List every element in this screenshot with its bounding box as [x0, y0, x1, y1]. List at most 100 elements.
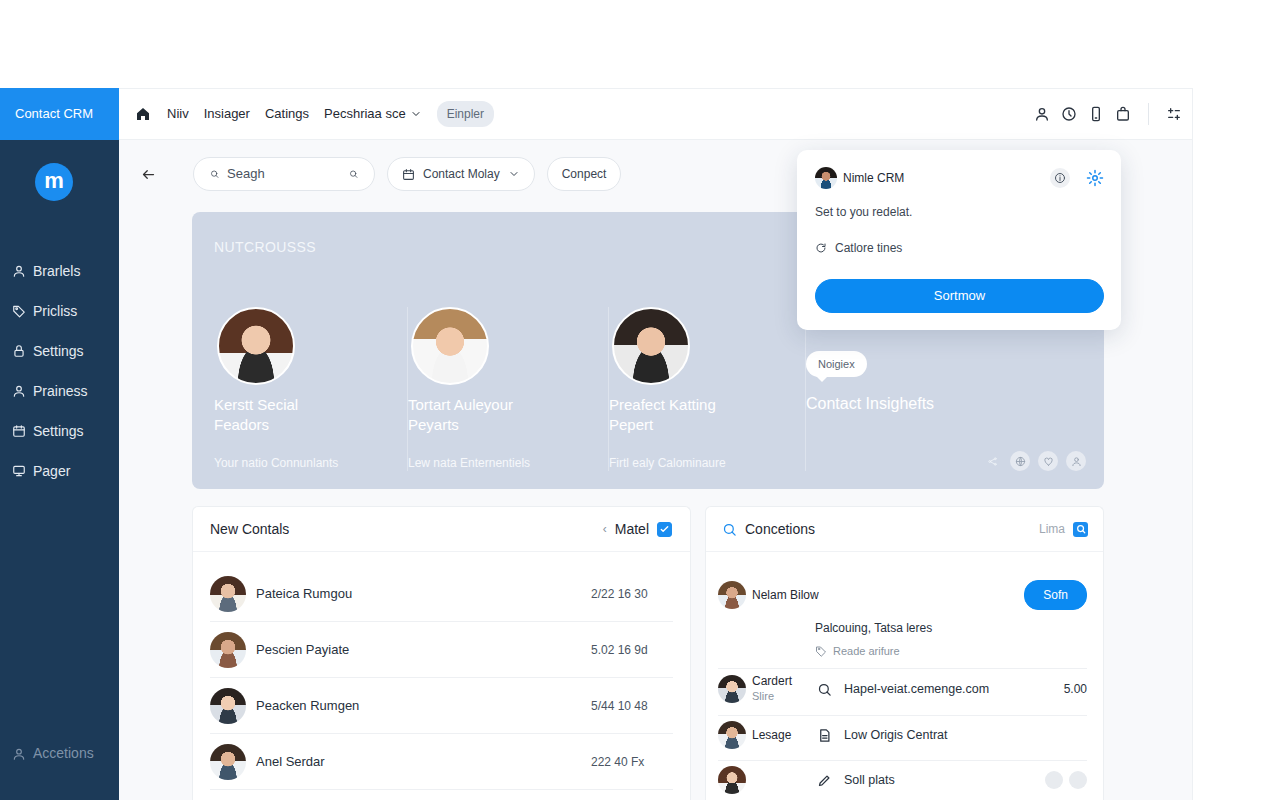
- popup-option[interactable]: Catlore tines: [815, 240, 1104, 256]
- nav-link[interactable]: Insiager: [204, 104, 250, 124]
- connection-detail: Low Origis Centrat: [844, 726, 948, 745]
- connection-action-button[interactable]: Sofn: [1024, 580, 1087, 610]
- hero-card-title: Preafect Katting Pepert: [609, 395, 749, 435]
- phone-button[interactable]: [1088, 106, 1104, 122]
- logo-letter: m: [44, 170, 64, 192]
- insight-bubble: Noigiex: [806, 351, 867, 377]
- document-icon: [817, 728, 832, 743]
- top-tools: [1034, 103, 1182, 125]
- user-icon: [1071, 456, 1082, 467]
- monitor-icon: [12, 464, 26, 478]
- nav-link[interactable]: Catings: [265, 104, 309, 124]
- connection-detail: Hapel-veiat.cemenge.com: [844, 680, 989, 699]
- popup-submit-button[interactable]: Sortmow: [815, 279, 1104, 313]
- social-button[interactable]: [982, 451, 1002, 471]
- avatar-photo: [210, 632, 246, 668]
- avatar-photo: [718, 766, 746, 794]
- connection-row[interactable]: Soll plats: [718, 761, 1087, 800]
- hero-card[interactable]: Kerstt Secial FeadorsYour natio Connunla…: [214, 307, 408, 471]
- nav-label: Insiager: [204, 104, 250, 124]
- connect-button[interactable]: Conpect: [547, 157, 622, 191]
- bag-button[interactable]: [1115, 106, 1131, 122]
- contact-name: Nelam Bilow: [752, 588, 819, 603]
- search-icon: [210, 167, 219, 181]
- search-input[interactable]: [227, 164, 341, 184]
- user-icon: [12, 747, 26, 761]
- previous-button[interactable]: ‹: [603, 520, 607, 538]
- popup-title: Nimle CRM: [843, 169, 904, 187]
- refresh-icon: [815, 242, 827, 254]
- contact-row[interactable]: Anel Serdar222 40 Fx: [210, 734, 673, 790]
- avatar-photo: [210, 744, 246, 780]
- hero-card-subtitle: Firtl ealy Calominaure: [609, 456, 793, 471]
- app-shell: Contact CRMmBrarlelsPriclissSettingsPrai…: [0, 88, 1193, 800]
- menu-button[interactable]: [1166, 106, 1182, 122]
- connection-detail: Palcouing, Tatsa leres: [815, 620, 1087, 636]
- brand-bar[interactable]: Contact CRM: [0, 88, 119, 140]
- nav-label: Niiv: [167, 104, 189, 124]
- clock-button[interactable]: [1061, 106, 1077, 122]
- contact-name: Lesage: [752, 728, 812, 743]
- nav-chip[interactable]: Einpler: [437, 101, 494, 127]
- connection-detail: Soll plats: [844, 771, 895, 790]
- hero-card-title: Kerstt Secial Feadors: [214, 395, 354, 435]
- contact-row[interactable]: Pescien Payiate5.02 16 9d: [210, 622, 673, 678]
- search-button[interactable]: [1073, 522, 1088, 537]
- social-button[interactable]: [1066, 451, 1086, 471]
- globe-icon: [1015, 456, 1026, 467]
- check-icon: [659, 524, 670, 535]
- contact-name: Peacken Rumgen: [256, 696, 359, 716]
- top-bar: Niiv Insiager Catings Pecshriaa sce Einpler: [119, 88, 1192, 140]
- contact-row[interactable]: Peacken Rumgen5/44 10 48: [210, 678, 673, 734]
- avatar-photo: [815, 167, 837, 189]
- nav-label: Catings: [265, 104, 309, 124]
- contact-filter-dropdown[interactable]: Contact Molay: [387, 157, 535, 191]
- user-button[interactable]: [1034, 106, 1050, 122]
- filter-label[interactable]: Lima: [1039, 520, 1065, 538]
- contact-name: Anel Serdar: [256, 752, 325, 772]
- option-button[interactable]: [1045, 771, 1063, 789]
- new-contacts-card: New Contals‹MatelPateica Rumgou2/22 16 3…: [192, 506, 691, 800]
- nav-dropdown[interactable]: Pecshriaa sce: [324, 104, 422, 124]
- hero-card[interactable]: Tortart Auleyour PeyartsLew nata Enterne…: [408, 307, 609, 471]
- sidebar-item[interactable]: Settings: [0, 331, 119, 371]
- search-field[interactable]: [193, 157, 375, 191]
- chevron-down-icon: [410, 108, 422, 120]
- nav-link[interactable]: Niiv: [167, 104, 189, 124]
- sidebar-footer-item[interactable]: Accetions: [0, 743, 119, 800]
- filter-label[interactable]: Matel: [615, 519, 649, 540]
- home-button[interactable]: [135, 106, 151, 122]
- back-button[interactable]: [141, 167, 156, 182]
- sidebar-item[interactable]: Brarlels: [0, 251, 119, 291]
- connection-row[interactable]: Nelam BilowSofnPalcouing, Tatsa leresRea…: [718, 566, 1087, 669]
- contact-name: Pateica Rumgou: [256, 584, 352, 604]
- social-button[interactable]: [1010, 451, 1030, 471]
- main-area: Niiv Insiager Catings Pecshriaa sce Einpler C…: [119, 88, 1193, 800]
- app-logo[interactable]: m: [35, 163, 73, 201]
- sidebar-item[interactable]: Settings: [0, 411, 119, 451]
- share-icon: [987, 456, 998, 467]
- contact-row[interactable]: Pateica Rumgou2/22 16 30: [210, 566, 673, 622]
- option-button[interactable]: [1069, 771, 1087, 789]
- gear-icon: [1086, 169, 1104, 187]
- lock-icon: [12, 344, 26, 358]
- connection-row[interactable]: CardertSlireHapel-veiat.cemenge.com5.00: [718, 669, 1087, 716]
- sidebar-item[interactable]: Prainess: [0, 371, 119, 411]
- insight-card[interactable]: NoigiexContact Insighefts: [806, 307, 1086, 471]
- filter-checkbox[interactable]: [657, 522, 672, 537]
- social-button[interactable]: [1038, 451, 1058, 471]
- sidebar-item[interactable]: Pricliss: [0, 291, 119, 331]
- popup-message: Set to you redelat.: [815, 204, 1104, 220]
- info-button[interactable]: [1050, 168, 1070, 188]
- sidebar-item[interactable]: Pager: [0, 451, 119, 491]
- hero-card-subtitle: Lew nata Enternentiels: [408, 456, 596, 471]
- separator: [1148, 103, 1149, 125]
- pencil-icon: [817, 773, 832, 788]
- connection-row[interactable]: Lesage Low Origis Centrat: [718, 716, 1087, 761]
- connection-list: Nelam BilowSofnPalcouing, Tatsa leresRea…: [706, 552, 1103, 800]
- search-icon: [1076, 524, 1086, 534]
- hero-card[interactable]: Preafect Katting Pepert Firtl ealy Calomi…: [609, 307, 806, 471]
- settings-button[interactable]: [1086, 169, 1104, 187]
- app-title[interactable]: Contact CRM: [15, 104, 93, 124]
- phone-icon: [1088, 106, 1104, 122]
